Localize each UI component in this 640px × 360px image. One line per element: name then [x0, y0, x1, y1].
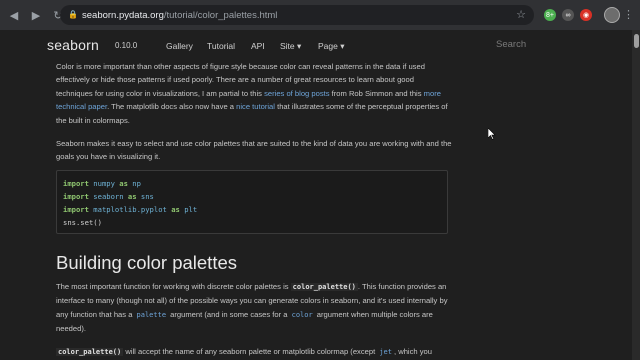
code-alias: np [132, 179, 141, 188]
extension-icon-3[interactable]: ◉ [580, 9, 592, 21]
inline-code[interactable]: color_palette() [290, 283, 358, 291]
code-line: sns.set() [63, 218, 102, 227]
page-viewport: seaborn 0.10.0 Gallery Tutorial API Site… [0, 30, 640, 360]
page-scrollbar[interactable] [632, 30, 640, 360]
code-line: import seaborn as sns [63, 190, 447, 203]
site-version: 0.10.0 [115, 41, 138, 50]
forward-icon[interactable]: ▶ [28, 7, 44, 23]
intro-text: . The matplotlib docs also now have a [107, 102, 237, 112]
inline-arg: color [291, 310, 313, 319]
code-alias: sns [140, 192, 154, 201]
code-block: import numpy as np import seaborn as sns… [56, 170, 448, 234]
section-paragraph-1: The most important function for working … [56, 280, 452, 336]
search-input[interactable]: Search [496, 39, 526, 50]
code-module: seaborn [93, 192, 124, 201]
nav-api[interactable]: API [251, 41, 265, 51]
extension-icon-2[interactable]: ∞ [562, 9, 574, 21]
browser-toolbar: ◀ ▶ ↻ 🔒 seaborn.pydata.org/tutorial/colo… [0, 0, 640, 30]
inline-code[interactable]: color_palette() [56, 348, 124, 356]
site-navbar: seaborn 0.10.0 Gallery Tutorial API Site… [0, 30, 632, 60]
code-keyword: import [63, 192, 89, 201]
url-path: /tutorial/color_palettes.html [163, 9, 278, 21]
code-keyword: import [63, 179, 89, 188]
lock-icon: 🔒 [68, 10, 78, 19]
section-text: argument (and in some cases for a [168, 309, 290, 319]
code-module: matplotlib.pyplot [93, 205, 167, 214]
inline-arg: palette [136, 310, 167, 319]
code-keyword: as [127, 192, 137, 201]
nav-page-dropdown[interactable]: Page ▾ [318, 41, 344, 52]
intro-text: from Rob Simmon and this [329, 88, 424, 98]
code-line: import numpy as np [63, 177, 447, 190]
intro-section: Color is more important than other aspec… [56, 60, 452, 174]
section-text: The most important function for working … [56, 282, 291, 291]
bookmark-star-icon[interactable]: ☆ [516, 8, 526, 21]
nav-site-dropdown[interactable]: Site ▾ [280, 41, 301, 52]
site-brand[interactable]: seaborn [47, 37, 99, 53]
code-line: import matplotlib.pyplot as plt [63, 203, 447, 216]
back-icon[interactable]: ◀ [6, 7, 22, 23]
section-heading: Building color palettes [56, 252, 237, 273]
intro-paragraph-1: Color is more important than other aspec… [56, 60, 452, 127]
code-keyword: as [119, 179, 128, 188]
profile-avatar[interactable] [604, 7, 620, 23]
mouse-cursor-icon [488, 128, 496, 140]
code-module: numpy [93, 179, 115, 188]
intro-paragraph-2: Seaborn makes it easy to select and use … [56, 139, 452, 162]
browser-menu-icon[interactable]: ⋮ [623, 8, 634, 21]
extension-icon-1[interactable]: 8+ [544, 9, 556, 21]
code-keyword: import [63, 205, 89, 214]
inline-arg: jet [379, 348, 392, 356]
code-keyword: as [171, 205, 180, 214]
scrollbar-thumb[interactable] [634, 34, 639, 48]
nav-tutorial[interactable]: Tutorial [207, 41, 235, 51]
section-paragraph-2: color_palette() will accept the name of … [56, 345, 452, 359]
section-text: will accept the name of any seaborn pale… [123, 347, 378, 356]
address-bar[interactable]: 🔒 seaborn.pydata.org/tutorial/color_pale… [60, 5, 534, 25]
url-host: seaborn.pydata.org [82, 9, 164, 21]
blog-posts-link[interactable]: series of blog posts [264, 89, 329, 98]
code-alias: plt [184, 205, 198, 214]
section-text: , which you [393, 347, 432, 356]
nice-tutorial-link[interactable]: nice tutorial [236, 102, 275, 111]
nav-gallery[interactable]: Gallery [166, 41, 193, 51]
